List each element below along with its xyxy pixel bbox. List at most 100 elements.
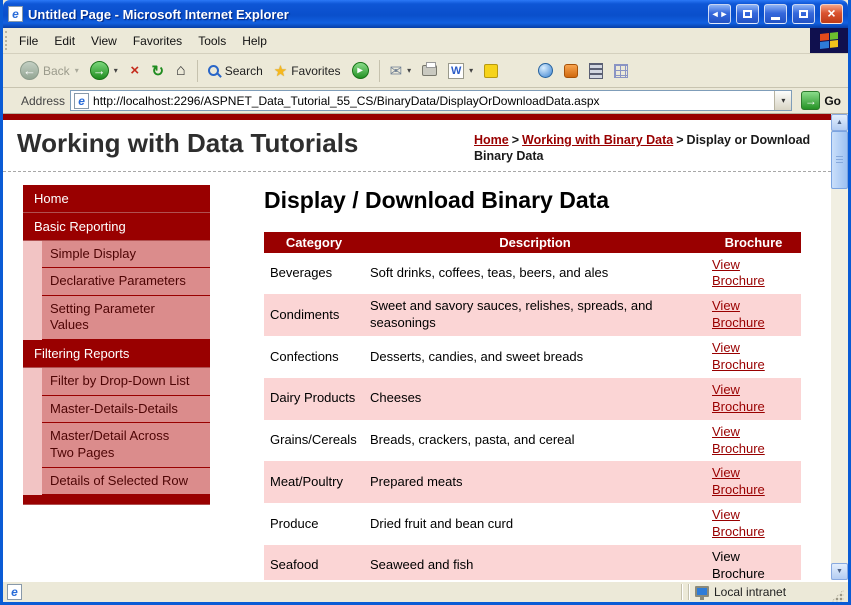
sidebar-item-details-of-selected-row[interactable]: Details of Selected Row — [42, 467, 210, 496]
description-cell: Breads, crackers, pasta, and cereal — [364, 419, 706, 462]
toolbar-separator — [378, 59, 380, 82]
sidebar-section-partial[interactable] — [23, 495, 210, 506]
go-button[interactable]: → Go — [797, 91, 845, 110]
view-brochure-link[interactable]: View Brochure — [712, 257, 772, 291]
description-cell: Desserts, candies, and sweet breads — [364, 336, 706, 378]
category-cell: Confections — [264, 336, 364, 378]
address-input[interactable]: e http://localhost:2296/ASPNET_Data_Tuto… — [70, 90, 793, 111]
print-button[interactable] — [418, 62, 441, 78]
sidebar-item-setting-parameter-values[interactable]: Setting Parameter Values — [42, 295, 210, 340]
forward-button[interactable]: → ▾ — [86, 59, 122, 82]
maximize-icon — [799, 10, 808, 18]
titlebar-arrows-button[interactable]: ◄► — [708, 4, 731, 24]
home-button[interactable]: ⌂ — [171, 61, 191, 81]
status-separator — [688, 583, 689, 600]
forward-icon: → — [89, 61, 109, 80]
view-brochure-link[interactable]: View Brochure — [712, 382, 772, 416]
favorites-button[interactable]: ★ Favorites — [270, 60, 345, 82]
column-header-description: Description — [364, 231, 706, 253]
scroll-up-button[interactable]: ▲ — [831, 114, 848, 131]
category-cell: Meat/Poultry — [264, 461, 364, 504]
categories-table: Category Description Brochure Beverages … — [264, 231, 801, 580]
column-header-brochure: Brochure — [706, 231, 801, 253]
close-button[interactable]: × — [820, 4, 843, 24]
research-icon — [564, 63, 579, 78]
sidebar-item-basic-reporting[interactable]: Basic Reporting — [23, 212, 210, 241]
description-cell: Cheeses — [364, 377, 706, 420]
table-header-row: Category Description Brochure — [264, 231, 801, 253]
scroll-down-button[interactable]: ▼ — [831, 563, 848, 580]
research-button[interactable] — [560, 62, 582, 80]
word-edit-icon: W — [448, 62, 465, 79]
search-button[interactable]: Search — [204, 62, 267, 80]
category-cell: Seafood — [264, 544, 364, 580]
edit-button[interactable]: W ▾ — [444, 61, 477, 81]
address-dropdown-button[interactable]: ▾ — [774, 91, 792, 110]
category-cell: Condiments — [264, 294, 364, 337]
browser-window: e Untitled Page - Microsoft Internet Exp… — [0, 0, 851, 605]
menu-help[interactable]: Help — [234, 30, 275, 52]
menu-tools[interactable]: Tools — [190, 30, 234, 52]
sidebar-item-home[interactable]: Home — [23, 184, 210, 213]
intranet-zone-icon — [695, 586, 709, 600]
sidebar-item-simple-display[interactable]: Simple Display — [42, 240, 210, 269]
sidebar-item-master-detail-across-two-pages[interactable]: Master/Detail Across Two Pages — [42, 423, 210, 468]
edit-dropdown-icon: ▾ — [469, 66, 474, 75]
breadcrumb-link-binary-data[interactable]: Working with Binary Data — [522, 133, 673, 147]
main-content: Display / Download Binary Data Category … — [264, 185, 801, 580]
favorites-star-icon: ★ — [273, 62, 288, 80]
view-brochure-link[interactable]: View Brochure — [712, 465, 772, 499]
scroll-thumb[interactable] — [831, 131, 848, 189]
category-cell: Dairy Products — [264, 377, 364, 420]
titlebar[interactable]: e Untitled Page - Microsoft Internet Exp… — [3, 0, 848, 28]
scroll-track[interactable] — [831, 189, 848, 563]
titlebar-window-button[interactable] — [736, 4, 759, 24]
minimize-button[interactable] — [764, 4, 787, 24]
category-cell: Grains/Cereals — [264, 419, 364, 462]
sidebar-item-filter-by-dropdown-list[interactable]: Filter by Drop-Down List — [42, 368, 210, 396]
grid-tool-button[interactable] — [610, 62, 632, 80]
sidebar-item-declarative-parameters[interactable]: Declarative Parameters — [42, 268, 210, 296]
menu-favorites[interactable]: Favorites — [125, 30, 190, 52]
home-icon: ⌂ — [175, 61, 186, 79]
calculator-icon — [589, 62, 604, 79]
sidebar-subgroup: Simple Display Declarative Parameters Se… — [23, 240, 210, 340]
discuss-button[interactable] — [480, 62, 502, 80]
toolbar-grip[interactable] — [5, 31, 9, 50]
resize-grip[interactable] — [831, 589, 844, 602]
media-button[interactable]: ▸ — [348, 60, 373, 81]
maximize-button[interactable] — [792, 4, 815, 24]
refresh-button[interactable]: ↻ — [148, 61, 168, 81]
window-title: Untitled Page - Microsoft Internet Explo… — [28, 6, 289, 22]
globe-icon — [538, 63, 554, 78]
messenger-button[interactable] — [534, 61, 557, 80]
browser-viewport: Working with Data Tutorials Home > Working… — [3, 114, 848, 580]
menu-view[interactable]: View — [83, 30, 125, 52]
calculator-button[interactable] — [585, 61, 607, 81]
view-brochure-link[interactable]: View Brochure — [712, 424, 772, 458]
sidebar-item-filtering-reports[interactable]: Filtering Reports — [23, 340, 210, 368]
description-cell: Seaweed and fish — [364, 544, 706, 580]
view-brochure-link[interactable]: View Brochure — [712, 507, 772, 541]
menu-file[interactable]: File — [11, 30, 46, 52]
stop-button[interactable]: × — [125, 61, 145, 81]
web-page: Working with Data Tutorials Home > Working… — [3, 114, 831, 580]
back-button[interactable]: ← Back ▾ — [16, 59, 83, 82]
description-cell: Sweet and savory sauces, relishes, sprea… — [364, 294, 706, 337]
breadcrumb-link-home[interactable]: Home — [474, 133, 509, 147]
description-cell: Soft drinks, coffees, teas, beers, and a… — [364, 252, 706, 295]
sidebar-subgroup: Filter by Drop-Down List Master-Details-… — [23, 368, 210, 496]
go-icon: → — [801, 91, 821, 110]
category-cell: Produce — [264, 503, 364, 545]
sidebar-item-master-details-details[interactable]: Master-Details-Details — [42, 395, 210, 424]
stop-icon: × — [130, 62, 140, 79]
menu-edit[interactable]: Edit — [46, 30, 83, 52]
table-row: Meat/Poultry Prepared meats View Brochur… — [264, 461, 801, 504]
mail-dropdown-icon: ▾ — [407, 66, 412, 75]
grid-icon — [614, 63, 629, 78]
mail-button[interactable]: ✉ ▾ — [386, 60, 416, 82]
view-brochure-link[interactable]: View Brochure — [712, 298, 772, 332]
view-brochure-link[interactable]: View Brochure — [712, 340, 772, 374]
status-separator — [681, 583, 682, 600]
status-page-icon: e — [7, 583, 22, 600]
